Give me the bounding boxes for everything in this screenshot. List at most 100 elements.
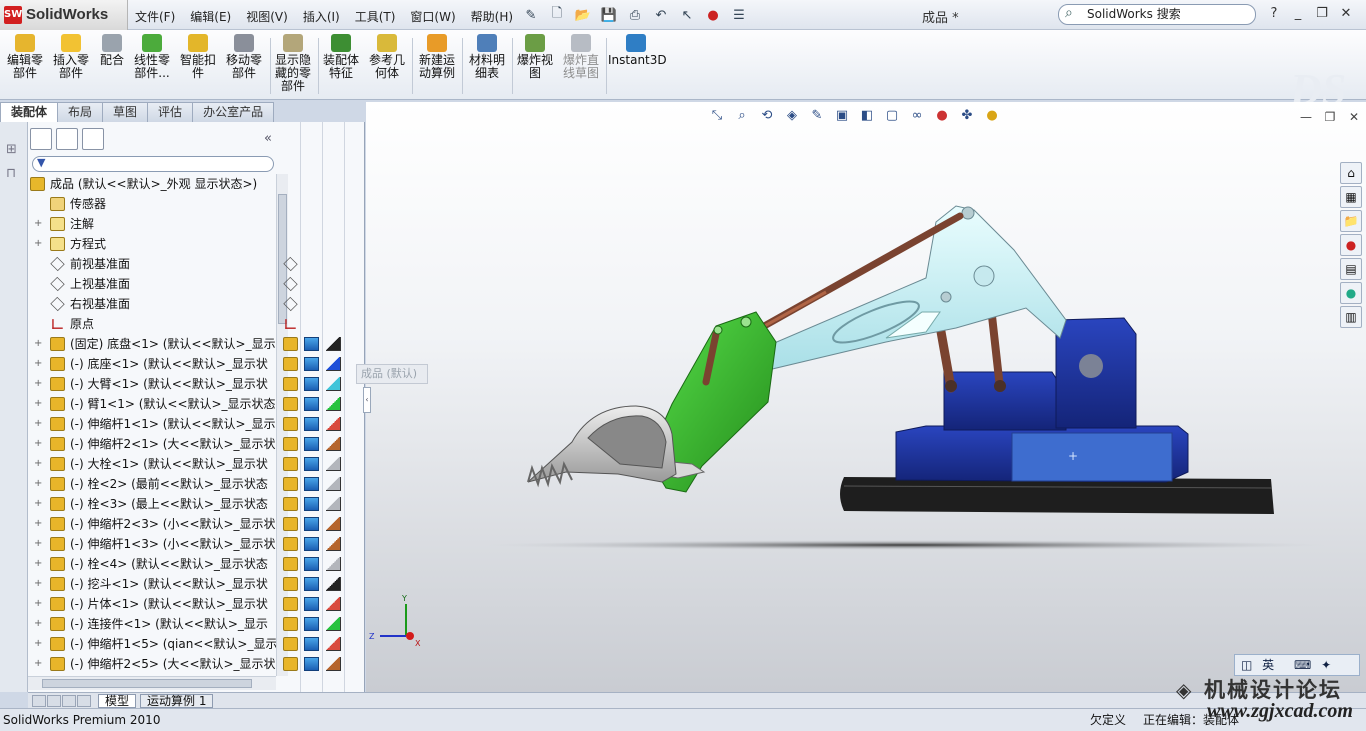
menu-view[interactable]: 视图(V) <box>246 8 288 25</box>
tree-item[interactable]: 传感器 <box>28 194 276 214</box>
expand-toggle-icon[interactable]: + <box>34 459 42 469</box>
display-mode-icon[interactable] <box>304 457 319 471</box>
expand-toggle-icon[interactable]: + <box>34 399 42 409</box>
expand-toggle-icon[interactable]: + <box>34 439 42 449</box>
expand-toggle-icon[interactable]: + <box>34 579 42 589</box>
tree-item[interactable]: + (-) 栓<2> (最前<<默认>_显示状态 <box>28 474 276 494</box>
expand-toggle-icon[interactable]: + <box>34 599 42 609</box>
hide-show-component-icon[interactable] <box>283 337 298 351</box>
tree-item[interactable]: + (-) 挖斗<1> (默认<<默认>_显示状 <box>28 574 276 594</box>
appearance-swatch-icon[interactable] <box>326 437 341 451</box>
menu-edit[interactable]: 编辑(E) <box>190 8 231 25</box>
search-input[interactable]: ⌕ SolidWorks 搜索 <box>1058 4 1256 25</box>
display-mode-icon[interactable] <box>304 557 319 571</box>
display-pane-mode-icon[interactable] <box>302 128 324 150</box>
display-mode-icon[interactable] <box>304 417 319 431</box>
last-tab-arrow-icon[interactable] <box>77 695 91 707</box>
display-mode-icon[interactable] <box>304 597 319 611</box>
expand-toggle-icon[interactable]: + <box>34 619 42 629</box>
hide-show-component-icon[interactable] <box>283 657 298 671</box>
ime-language[interactable]: 英 <box>1262 658 1274 672</box>
ime-keyboard-icon[interactable]: ⌨ <box>1294 658 1311 672</box>
expand-toggle-icon[interactable]: + <box>34 659 42 669</box>
hide-show-component-icon[interactable] <box>283 497 298 511</box>
display-mode-icon[interactable] <box>304 377 319 391</box>
tree-item[interactable]: + (-) 大臂<1> (默认<<默认>_显示状 <box>28 374 276 394</box>
assembly-features-button[interactable]: 装配体特征 <box>320 34 362 96</box>
options-icon[interactable]: ☰ <box>728 5 750 25</box>
show-hidden-components-button[interactable]: 显示隐藏的零部件 <box>272 34 314 96</box>
appearance-swatch-icon[interactable] <box>326 517 341 531</box>
next-tab-arrow-icon[interactable] <box>62 695 76 707</box>
select-arrow-icon[interactable]: ↖ <box>676 5 698 25</box>
tree-item[interactable]: + (-) 伸缩杆2<5> (大<<默认>_显示状 <box>28 654 276 674</box>
instant3d-button[interactable]: Instant3D <box>608 34 667 96</box>
expand-toggle-icon[interactable]: + <box>34 379 42 389</box>
display-mode-icon[interactable] <box>304 437 319 451</box>
hide-show-origin-icon[interactable] <box>285 319 296 329</box>
display-mode-icon[interactable] <box>304 657 319 671</box>
expand-toggle-icon[interactable]: + <box>34 339 42 349</box>
tree-item[interactable]: + (-) 底座<1> (默认<<默认>_显示状 <box>28 354 276 374</box>
tree-item[interactable]: + (-) 栓<3> (最上<<默认>_显示状态 <box>28 494 276 514</box>
hide-show-component-icon[interactable] <box>283 357 298 371</box>
rebuild-icon[interactable]: ● <box>702 5 724 25</box>
appearance-swatch-icon[interactable] <box>326 557 341 571</box>
tab-assembly[interactable]: 装配体 <box>0 102 59 122</box>
tree-item[interactable]: + (-) 连接件<1> (默认<<默认>_显示 <box>28 614 276 634</box>
display-mode-icon[interactable] <box>304 517 319 531</box>
bill-of-materials-button[interactable]: 材料明细表 <box>466 34 508 96</box>
tree-item[interactable]: + (-) 伸缩杆1<1> (默认<<默认>_显示 <box>28 414 276 434</box>
expand-toggle-icon[interactable]: + <box>34 499 42 509</box>
hide-show-component-icon[interactable] <box>283 457 298 471</box>
menu-window[interactable]: 窗口(W) <box>410 8 455 25</box>
tab-motion-study[interactable]: 运动算例 1 <box>140 694 214 708</box>
appearance-swatch-icon[interactable] <box>326 497 341 511</box>
display-mode-icon[interactable] <box>304 397 319 411</box>
design-library-icon[interactable]: ▦ <box>1340 186 1362 208</box>
configuration-manager-tab-icon[interactable] <box>82 128 104 150</box>
expand-toggle-icon[interactable]: + <box>34 639 42 649</box>
appearance-swatch-icon[interactable] <box>326 357 341 371</box>
tab-layout[interactable]: 布局 <box>57 102 104 122</box>
ime-tools-icon[interactable]: ✦ <box>1321 658 1331 672</box>
hide-show-component-icon[interactable] <box>283 437 298 451</box>
linear-pattern-button[interactable]: 线性零部件... <box>130 34 174 96</box>
hide-show-plane-icon[interactable] <box>283 296 298 312</box>
close-icon[interactable]: ✕ <box>1334 6 1358 21</box>
display-mode-icon[interactable] <box>304 637 319 651</box>
view-palette-icon[interactable]: ▤ <box>1340 258 1362 280</box>
display-pane-part-icon[interactable] <box>280 128 302 150</box>
dimension-icon[interactable]: ⊓ <box>6 166 16 181</box>
reference-geometry-button[interactable]: 参考几何体 <box>366 34 408 96</box>
prev-tab-arrow-icon[interactable] <box>47 695 61 707</box>
menu-insert[interactable]: 插入(I) <box>303 8 340 25</box>
appearance-swatch-icon[interactable] <box>326 637 341 651</box>
search-results-icon[interactable]: ● <box>1340 234 1362 256</box>
explode-line-sketch-button[interactable]: 爆炸直线草图 <box>560 34 602 96</box>
collapse-panel-icon[interactable]: « <box>264 131 272 146</box>
tree-item[interactable]: + (-) 大栓<1> (默认<<默认>_显示状 <box>28 454 276 474</box>
pin-icon[interactable]: ✎ <box>520 5 542 25</box>
minimize-icon[interactable]: _ <box>1286 6 1310 21</box>
tree-item[interactable]: + (-) 伸缩杆1<5> (qian<<默认>_显示 <box>28 634 276 654</box>
expand-toggle-icon[interactable]: + <box>34 419 42 429</box>
appearance-swatch-icon[interactable] <box>326 537 341 551</box>
display-mode-icon[interactable] <box>304 617 319 631</box>
hide-show-plane-icon[interactable] <box>283 256 298 272</box>
tree-item[interactable]: + (-) 片体<1> (默认<<默认>_显示状 <box>28 594 276 614</box>
graphics-area[interactable]: ⤡ ⌕ ⟲ ◈ ✎ ▣ ◧ ▢ ∞ ● ✤ ● — ❐ ✕ 成品 (默认) ‹ <box>356 102 1366 692</box>
help-icon[interactable]: ? <box>1262 6 1286 21</box>
display-mode-icon[interactable] <box>304 497 319 511</box>
home-icon[interactable]: ⌂ <box>1340 162 1362 184</box>
hide-show-component-icon[interactable] <box>283 537 298 551</box>
appearances-icon[interactable]: ● <box>1340 282 1362 304</box>
print-icon[interactable]: ⎙ <box>624 5 646 25</box>
expand-toggle-icon[interactable]: + <box>34 539 42 549</box>
scrollbar-thumb[interactable] <box>42 679 252 688</box>
tree-item[interactable]: + 注解 <box>28 214 276 234</box>
tree-root-assembly[interactable]: 成品 (默认<<默认>_外观 显示状态>) <box>28 174 276 194</box>
menu-file[interactable]: 文件(F) <box>135 8 175 25</box>
hide-show-component-icon[interactable] <box>283 377 298 391</box>
excavator-model[interactable]: + <box>366 102 1366 692</box>
